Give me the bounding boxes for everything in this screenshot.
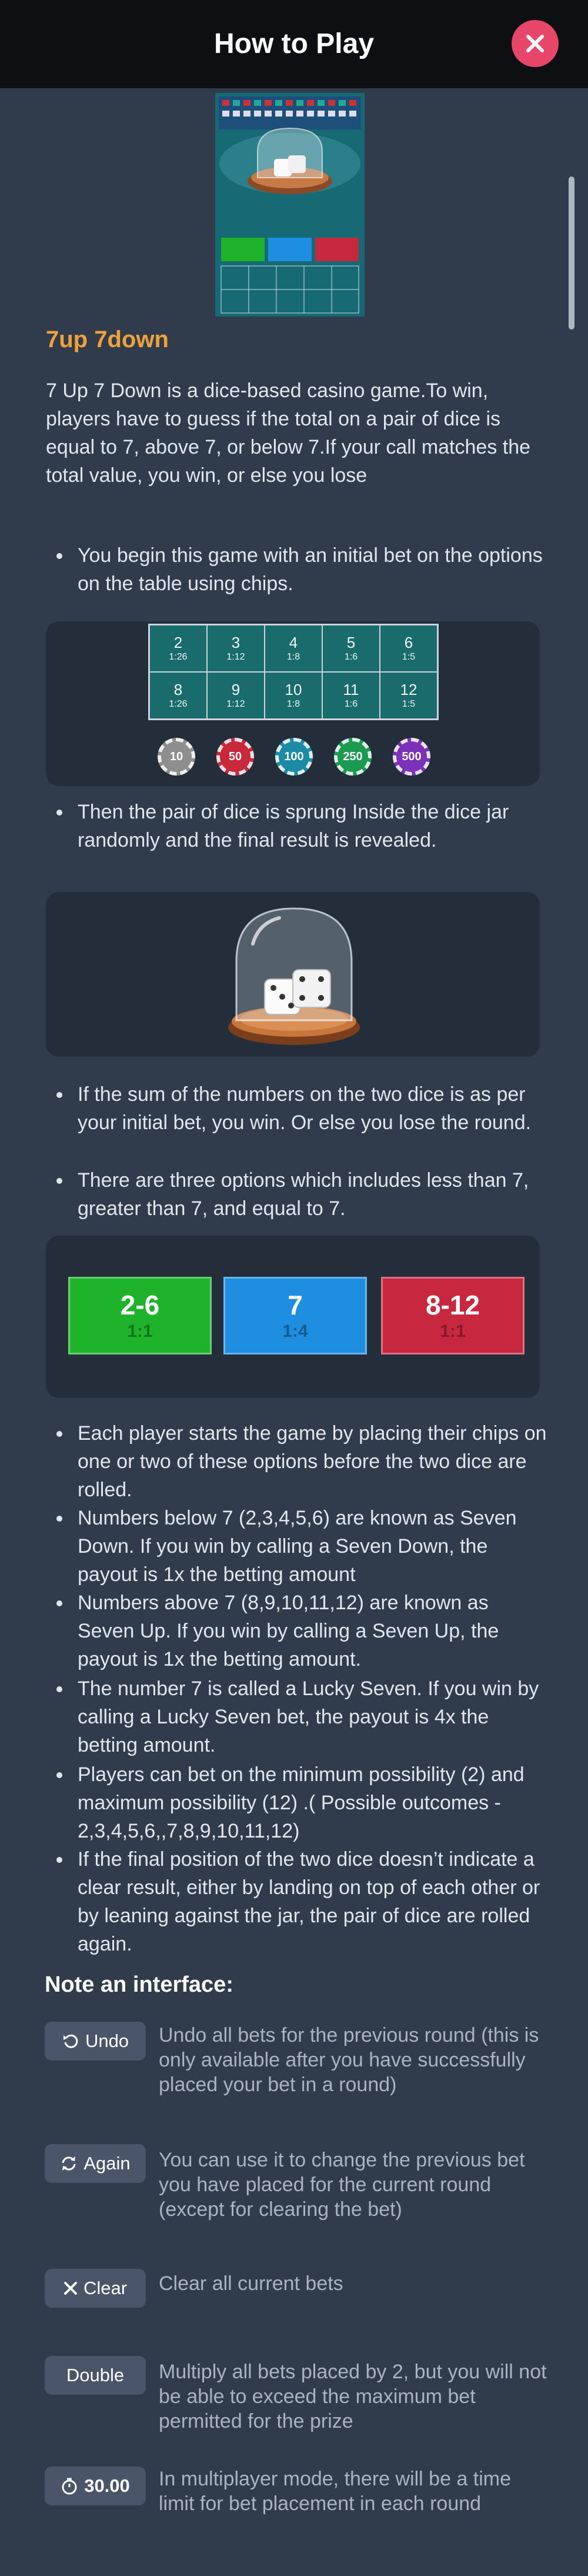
list-item: There are three options which includes l… (56, 1166, 548, 1223)
chip-10[interactable]: 10 (158, 738, 195, 776)
cell-number: 3 (231, 634, 240, 651)
cell-payout: 1:5 (402, 699, 416, 709)
option-range: 8-12 (425, 1290, 480, 1320)
refresh-icon (62, 2156, 76, 2171)
bet-cell[interactable]: 8 1:26 (149, 672, 207, 719)
undo-icon (63, 2034, 78, 2048)
dice-jar-image (223, 897, 365, 1050)
option-lucky-seven[interactable]: 7 1:4 (223, 1277, 367, 1354)
cell-number: 2 (173, 634, 183, 651)
option-payout: 1:1 (127, 1322, 153, 1341)
undo-description: Undo all bets for the previous round (th… (159, 2024, 539, 2096)
header-bar: How to Play (0, 0, 588, 88)
again-label: Again (83, 2153, 131, 2174)
clear-description: Clear all current bets (159, 2272, 343, 2295)
cell-number: 10 (285, 681, 302, 698)
list-item: Players can bet on the minimum possibili… (56, 1760, 548, 1845)
timer-button: 30.00 (45, 2467, 146, 2505)
option-range: 2-6 (120, 1290, 160, 1320)
option-seven-up[interactable]: 8-12 1:1 (381, 1277, 524, 1354)
cell-number: 11 (343, 681, 359, 698)
clear-label: Clear (83, 2278, 128, 2298)
page-title: How to Play (213, 28, 375, 59)
again-button[interactable]: Again (45, 2144, 146, 2183)
cell-payout: 1:8 (286, 652, 300, 662)
timer-description: In multiplayer mode, there will be a tim… (159, 2468, 512, 2515)
list-item: The number 7 is called a Lucky Seven. If… (56, 1675, 548, 1759)
double-label: Double (66, 2365, 125, 2385)
bet-cell[interactable]: 6 1:5 (380, 625, 437, 672)
close-icon (64, 2282, 77, 2295)
clear-button[interactable]: Clear (45, 2269, 146, 2308)
option-payout: 1:1 (440, 1322, 466, 1341)
bet-cell[interactable]: 4 1:8 (265, 625, 322, 672)
bet-cell[interactable]: 12 1:5 (380, 672, 437, 719)
bet-cell[interactable]: 3 1:12 (207, 625, 265, 672)
cell-number: 6 (404, 634, 413, 651)
option-payout: 1:4 (282, 1322, 308, 1341)
double-button[interactable]: Double (45, 2356, 146, 2395)
list-item: Numbers above 7 (8,9,10,11,12) are known… (56, 1589, 548, 1673)
double-description: Multiply all bets placed by 2, but you w… (159, 2361, 547, 2432)
timer-label: 30.00 (84, 2475, 130, 2496)
cell-number: 4 (289, 634, 298, 651)
game-title: 7up 7down (46, 327, 169, 352)
undo-label: Undo (85, 2031, 129, 2051)
cell-payout: 1:12 (226, 699, 245, 709)
cell-number: 12 (400, 681, 417, 698)
chip-100[interactable]: 100 (275, 738, 313, 776)
close-button[interactable] (512, 20, 559, 67)
cell-payout: 1:6 (344, 699, 358, 709)
bet-table: 2 1:26 3 1:12 4 1:8 5 1:6 6 1:5 8 1:26 9 1:12 1… (148, 624, 439, 720)
chip-250[interactable]: 250 (334, 738, 372, 776)
cell-payout: 1:8 (286, 699, 300, 709)
list-item: Each player starts the game by placing t… (56, 1419, 548, 1504)
bet-cell[interactable]: 2 1:26 (149, 625, 207, 672)
bet-cell[interactable]: 9 1:12 (207, 672, 265, 719)
again-description: You can use it to change the previous be… (159, 2149, 525, 2221)
close-icon (526, 35, 544, 52)
list-item: Numbers below 7 (2,3,4,5,6) are known as… (56, 1504, 548, 1589)
scrollbar-thumb[interactable] (569, 177, 574, 330)
chip-50[interactable]: 50 (216, 738, 254, 776)
bet-cell[interactable]: 11 1:6 (322, 672, 380, 719)
chip-500[interactable]: 500 (393, 738, 430, 776)
list-item: Then the pair of dice is sprung Inside t… (56, 798, 548, 854)
cell-payout: 1:6 (344, 652, 358, 662)
list-item: If the final position of the two dice do… (56, 1845, 548, 1958)
cell-number: 8 (173, 681, 183, 698)
list-item: You begin this game with an initial bet … (56, 541, 548, 598)
cell-payout: 1:26 (169, 699, 188, 709)
game-thumbnail (215, 93, 365, 317)
cell-number: 9 (231, 681, 240, 698)
cell-number: 5 (346, 634, 356, 651)
stopwatch-icon (62, 2478, 77, 2495)
bet-cell[interactable]: 5 1:6 (322, 625, 380, 672)
undo-button[interactable]: Undo (45, 2022, 146, 2061)
bet-cell[interactable]: 10 1:8 (265, 672, 322, 719)
cell-payout: 1:26 (169, 652, 188, 662)
intro-paragraph: 7 Up 7 Down is a dice-based casino game.… (46, 380, 531, 487)
option-range: 7 (288, 1290, 303, 1320)
cell-payout: 1:12 (226, 652, 245, 662)
list-item: If the sum of the numbers on the two dic… (56, 1080, 548, 1137)
cell-payout: 1:5 (402, 652, 416, 662)
notes-title: Note an interface: (45, 1972, 233, 1997)
option-seven-down[interactable]: 2-6 1:1 (68, 1277, 212, 1354)
